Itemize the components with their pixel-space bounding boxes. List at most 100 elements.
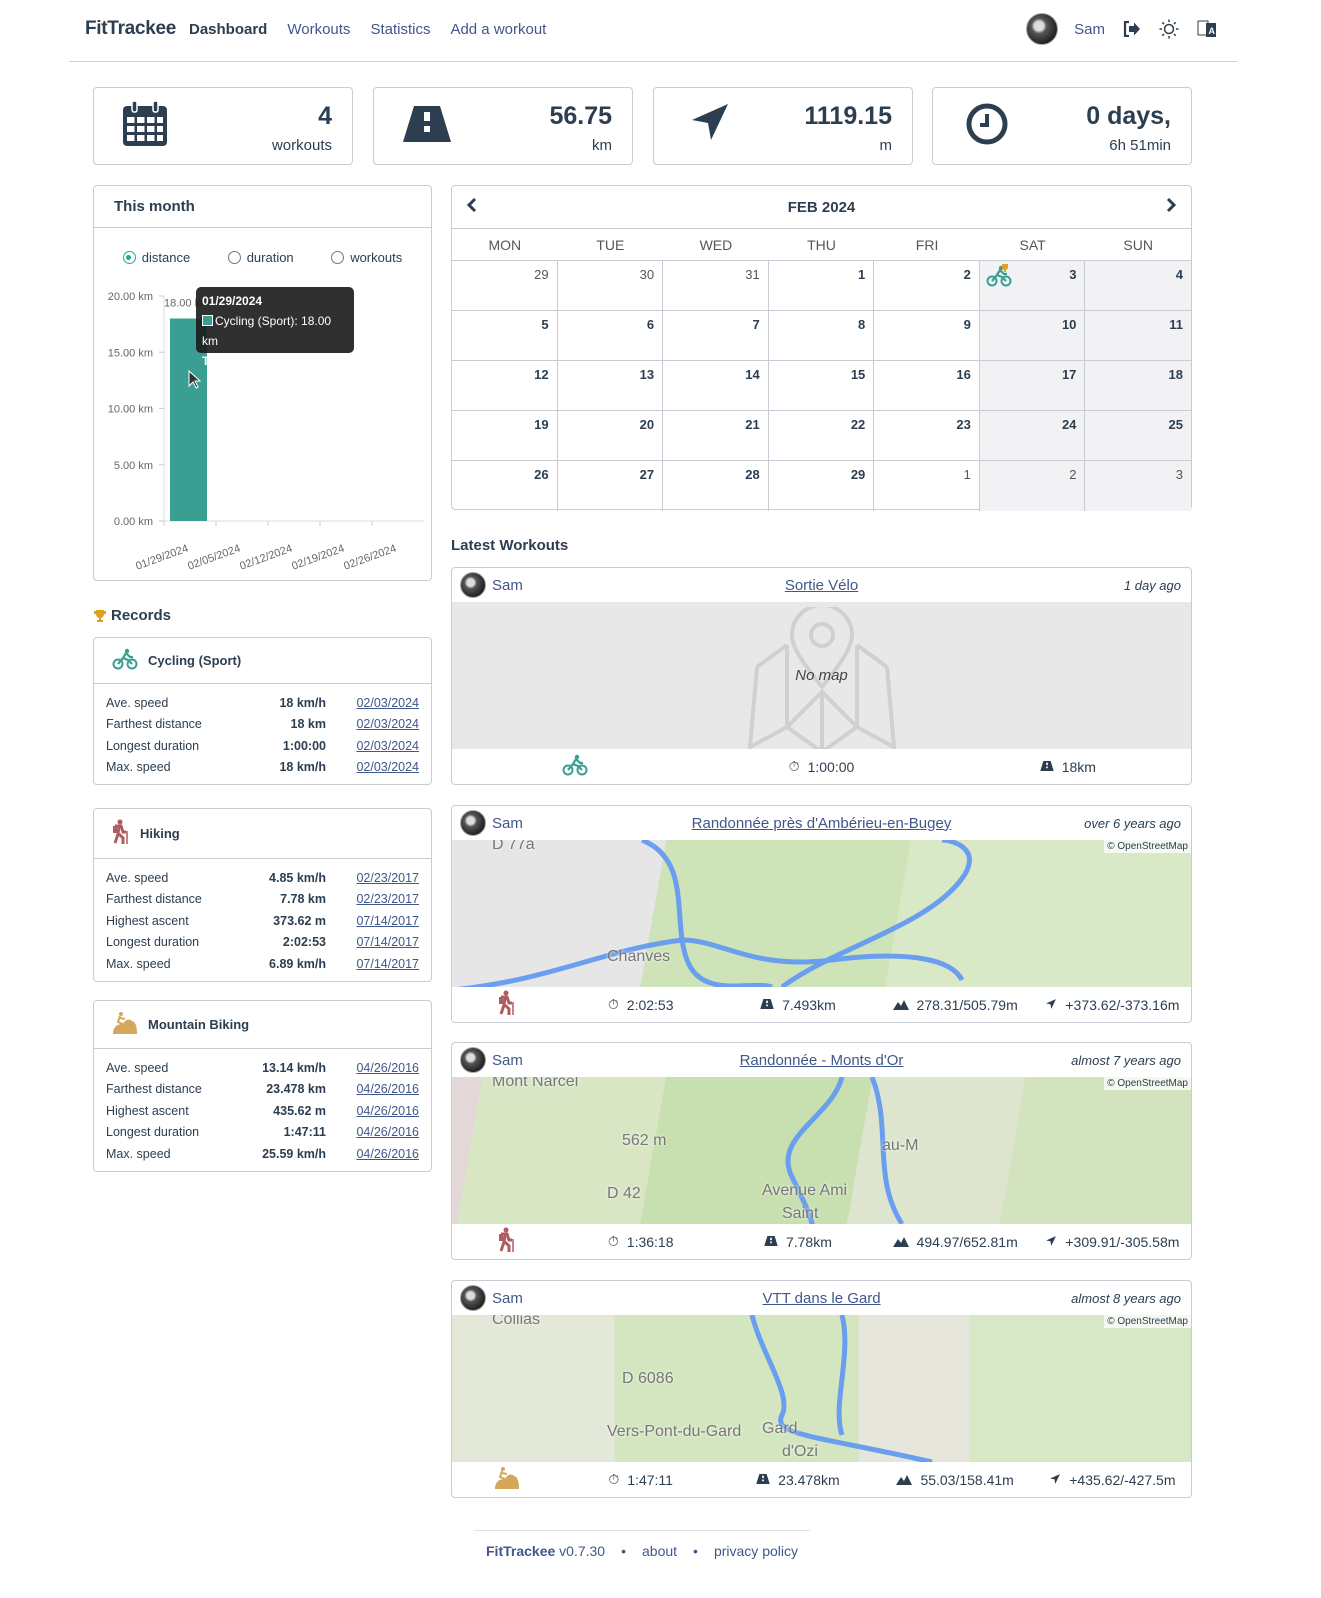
radio-duration[interactable]: duration <box>227 250 294 265</box>
user-name-link[interactable]: Sam <box>1074 21 1105 38</box>
record-date-link[interactable]: 02/23/2017 <box>326 871 419 885</box>
workout-ascent: +435.62/-427.5m <box>1069 1471 1176 1488</box>
calendar-day[interactable]: 17 <box>979 361 1086 411</box>
record-label: Highest ascent <box>106 913 189 928</box>
calendar-day[interactable]: 4 <box>1085 261 1191 311</box>
calendar-day[interactable]: 28 <box>663 461 769 511</box>
calendar-day[interactable]: 13 <box>557 361 664 411</box>
calendar-day[interactable]: 8 <box>768 311 875 361</box>
calendar-day[interactable]: 11 <box>1085 311 1191 361</box>
workout-user-avatar[interactable] <box>460 1285 486 1311</box>
language-icon[interactable]: A <box>1197 19 1217 39</box>
record-date-link[interactable]: 04/26/2016 <box>326 1125 419 1139</box>
record-date-link[interactable]: 02/03/2024 <box>326 760 419 774</box>
map-label: D 42 <box>607 1185 641 1202</box>
calendar-day[interactable]: 29 <box>452 261 558 311</box>
record-date-link[interactable]: 04/26/2016 <box>326 1147 419 1161</box>
radio-workouts[interactable]: workouts <box>331 250 402 265</box>
stat-value: 4 <box>318 102 332 130</box>
calendar-prev-button[interactable] <box>466 197 478 217</box>
calendar-day[interactable]: 21 <box>663 411 769 461</box>
map-attribution[interactable]: © OpenStreetMap <box>1104 1077 1191 1090</box>
calendar-day[interactable]: 29 <box>769 461 875 511</box>
brand-logo[interactable]: FitTrackee <box>85 18 176 40</box>
record-date-link[interactable]: 07/14/2017 <box>326 957 419 971</box>
calendar-day[interactable]: 10 <box>979 311 1086 361</box>
calendar-day[interactable]: 2 <box>979 461 1086 511</box>
calendar-weekday: MON <box>488 236 522 253</box>
calendar-day[interactable]: 15 <box>768 361 875 411</box>
route-map[interactable] <box>452 840 1191 987</box>
footer-privacy-link[interactable]: privacy policy <box>714 1543 798 1559</box>
theme-sun-icon[interactable] <box>1159 19 1179 39</box>
record-date-link[interactable]: 02/23/2017 <box>326 892 419 906</box>
map-attribution[interactable]: © OpenStreetMap <box>1104 840 1191 853</box>
calendar-day[interactable]: 3 <box>1085 461 1191 511</box>
calendar-day-number: 10 <box>1061 317 1077 332</box>
workout-title-link[interactable]: Randonnée - Monts d'Or <box>740 1052 904 1069</box>
workout-user-avatar[interactable] <box>460 810 486 836</box>
route-map[interactable] <box>452 1077 1191 1224</box>
calendar-day[interactable]: 5 <box>452 311 558 361</box>
calendar-day[interactable]: 9 <box>874 311 980 361</box>
map-attribution[interactable]: © OpenStreetMap <box>1104 1315 1191 1328</box>
record-date-link[interactable]: 02/03/2024 <box>326 696 419 710</box>
calendar-day[interactable]: 30 <box>557 261 664 311</box>
nav-workouts[interactable]: Workouts <box>287 21 350 38</box>
map-label: d'Ozi <box>782 1443 818 1460</box>
record-date-link[interactable]: 07/14/2017 <box>326 935 419 949</box>
calendar-day-number: 6 <box>646 317 655 332</box>
record-value: 1:00:00 <box>282 738 326 753</box>
calendar-day[interactable]: 31 <box>663 261 769 311</box>
calendar-day[interactable]: 24 <box>979 411 1086 461</box>
record-card-cycling: Cycling (Sport) Ave. speed 18 km/h 02/03… <box>93 637 432 785</box>
record-date-link[interactable]: 02/03/2024 <box>326 717 419 731</box>
workout-user-link[interactable]: Sam <box>492 815 523 832</box>
record-date-link[interactable]: 02/03/2024 <box>326 739 419 753</box>
workout-user-avatar[interactable] <box>460 572 486 598</box>
radio-distance[interactable]: distance <box>122 250 190 265</box>
user-avatar[interactable] <box>1026 13 1059 45</box>
footer-version: FitTrackee v0.7.30 <box>486 1543 606 1559</box>
record-date-link[interactable]: 04/26/2016 <box>326 1082 419 1096</box>
nav-add-workout[interactable]: Add a workout <box>450 21 546 38</box>
logout-icon[interactable] <box>1123 21 1141 37</box>
record-date-link[interactable]: 04/26/2016 <box>326 1104 419 1118</box>
tooltip-date: 01/29/2024 <box>202 294 263 308</box>
record-card-hiking: Hiking Ave. speed 4.85 km/h 02/23/2017 F… <box>93 808 432 982</box>
calendar-day[interactable]: 12 <box>452 361 558 411</box>
workout-title-link[interactable]: VTT dans le Gard <box>762 1290 880 1307</box>
calendar-workout-cycling-icon[interactable] <box>986 264 1012 290</box>
calendar-day[interactable]: 1 <box>768 261 875 311</box>
record-card-mtb: Mountain Biking Ave. speed 13.14 km/h 04… <box>93 1000 432 1172</box>
workout-title-link[interactable]: Randonnée près d'Ambérieu-en-Bugey <box>692 815 952 832</box>
calendar-day[interactable]: 26 <box>452 461 558 511</box>
calendar-day[interactable]: 3 <box>979 261 1086 311</box>
footer-about-link[interactable]: about <box>642 1543 677 1559</box>
calendar-day[interactable]: 20 <box>557 411 664 461</box>
workout-user-avatar[interactable] <box>460 1047 486 1073</box>
calendar-day[interactable]: 16 <box>874 361 980 411</box>
calendar-day[interactable]: 23 <box>874 411 980 461</box>
calendar-day[interactable]: 1 <box>874 461 980 511</box>
workout-map: Chanves D 77a © OpenStreetMap <box>452 840 1191 987</box>
nav-statistics[interactable]: Statistics <box>370 21 430 38</box>
workout-user-link[interactable]: Sam <box>492 1052 523 1069</box>
route-map[interactable] <box>452 1315 1191 1462</box>
calendar-day[interactable]: 19 <box>452 411 558 461</box>
workout-title-link[interactable]: Sortie Vélo <box>785 577 858 594</box>
record-date-link[interactable]: 07/14/2017 <box>326 914 419 928</box>
nav-dashboard[interactable]: Dashboard <box>189 21 267 38</box>
record-date-link[interactable]: 04/26/2016 <box>326 1061 419 1075</box>
calendar-day[interactable]: 2 <box>874 261 980 311</box>
calendar-day[interactable]: 25 <box>1085 411 1191 461</box>
calendar-day[interactable]: 14 <box>663 361 769 411</box>
calendar-next-button[interactable] <box>1165 197 1177 217</box>
calendar-day[interactable]: 6 <box>557 311 664 361</box>
workout-user-link[interactable]: Sam <box>492 1290 523 1307</box>
calendar-day[interactable]: 27 <box>558 461 664 511</box>
calendar-day[interactable]: 22 <box>768 411 875 461</box>
calendar-day[interactable]: 18 <box>1085 361 1191 411</box>
calendar-day[interactable]: 7 <box>663 311 769 361</box>
workout-user-link[interactable]: Sam <box>492 577 523 594</box>
